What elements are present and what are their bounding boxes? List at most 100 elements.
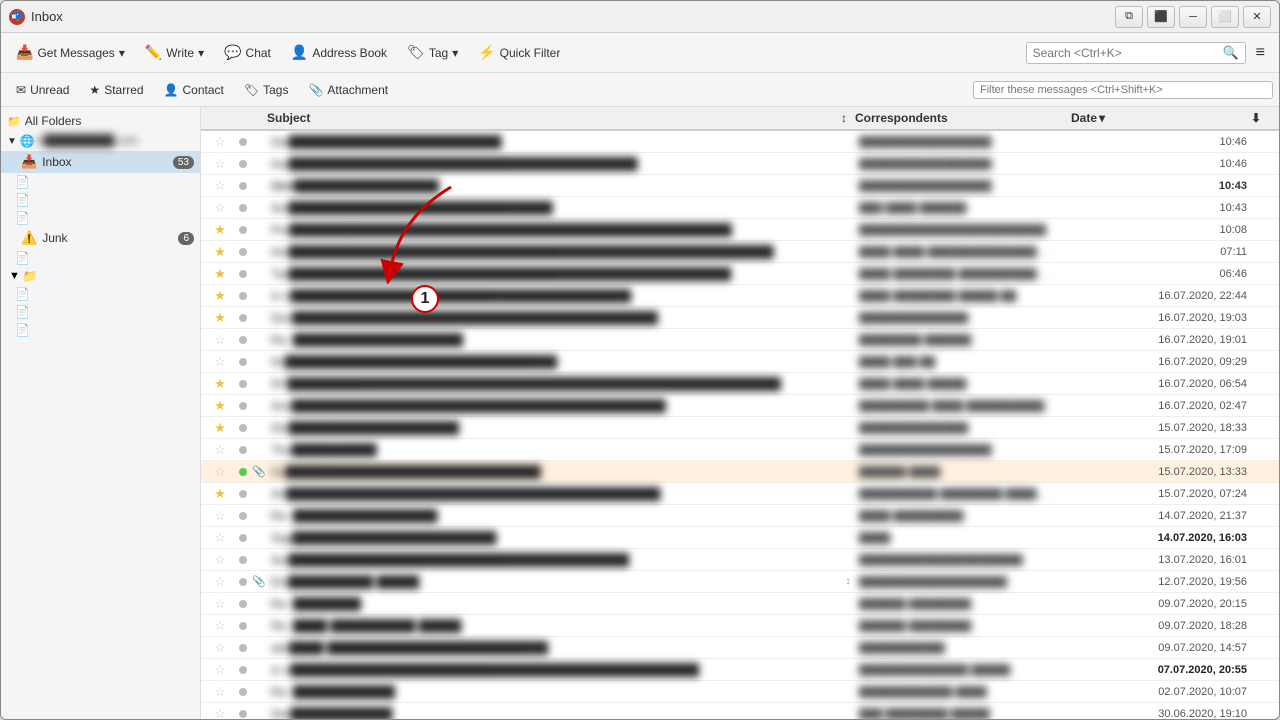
star-cell[interactable]: ☆ [205, 464, 235, 480]
email-row[interactable]: ☆ Aut███████████████████████████████████… [201, 549, 1279, 571]
search-input[interactable] [1033, 46, 1223, 60]
filter-starred-button[interactable]: ★ Starred [80, 79, 152, 101]
star-cell[interactable]: ★ [205, 244, 235, 260]
star-cell[interactable]: ☆ [205, 332, 235, 348]
folder6-item[interactable]: 📄 [1, 303, 200, 321]
star-cell[interactable]: ☆ [205, 200, 235, 216]
star-cell[interactable]: ★ [205, 398, 235, 414]
filter-search-input[interactable] [980, 84, 1266, 96]
account-header[interactable]: ▼ 🌐 m█████████.com [1, 131, 200, 151]
email-row[interactable]: ☆ Sag████████████████████████ ████ 14.07… [201, 527, 1279, 549]
star-cell[interactable]: ☆ [205, 640, 235, 656]
email-row[interactable]: ☆ 📎 So██████████████████████████████ ███… [201, 461, 1279, 483]
star-cell[interactable]: ★ [205, 288, 235, 304]
email-row[interactable]: ☆ Re: ████ ██████████ █████ ██████ █████… [201, 615, 1279, 637]
star-cell[interactable]: ★ [205, 486, 235, 502]
filter-contact-button[interactable]: 👤 Contact [155, 79, 233, 101]
minimize-button[interactable]: ─ [1179, 6, 1207, 28]
star-cell[interactable]: ☆ [205, 662, 235, 678]
email-row[interactable]: ☆ In d██████████████████████████████████… [201, 659, 1279, 681]
quick-filter-button[interactable]: ⚡ Quick Filter [469, 39, 569, 66]
star-cell[interactable]: ★ [205, 222, 235, 238]
email-row[interactable]: ★ NY████████████████████████████████████… [201, 373, 1279, 395]
email-row[interactable]: ★ Die████████████████████ ██████████████… [201, 417, 1279, 439]
date-cell: 07:11 [1071, 246, 1251, 258]
all-folders-header[interactable]: 📁 All Folders [1, 111, 200, 131]
email-row[interactable]: ★ Ans███████████████████████████████████… [201, 395, 1279, 417]
subject-cell: Des█████████████████████████████████████… [267, 311, 841, 325]
email-row[interactable]: ☆ akti████ ██████████████████████████ ██… [201, 637, 1279, 659]
email-row[interactable]: ★ Pre███████████████████████████████████… [201, 219, 1279, 241]
chat-button[interactable]: 💬 Chat [215, 39, 280, 66]
restore-button[interactable]: ⬜ [1211, 6, 1239, 28]
tags-icon: 🏷 [244, 83, 259, 97]
email-row[interactable]: ☆ Del█████████████████████████ █████████… [201, 131, 1279, 153]
col-correspondents-header[interactable]: Correspondents [855, 111, 1055, 125]
email-row[interactable]: ☆ Aut███████████████████████████████████… [201, 153, 1279, 175]
close-button[interactable]: ✕ [1243, 6, 1271, 28]
star-cell[interactable]: ☆ [205, 178, 235, 194]
folder4-item[interactable]: 📄 [1, 249, 200, 267]
star-cell[interactable]: ☆ [205, 156, 235, 172]
email-row[interactable]: ☆ Re: ████████████████████ ████████ ████… [201, 329, 1279, 351]
star-cell[interactable]: ☆ [205, 442, 235, 458]
status-cell [235, 377, 251, 391]
email-row[interactable]: ☆ Re: █████████████████ ████ █████████ 1… [201, 505, 1279, 527]
status-dot [239, 468, 247, 476]
inbox-item[interactable]: 📥 Inbox 53 [1, 151, 200, 173]
email-row[interactable]: ☆ Thu██████████ █████████████████ 15.07.… [201, 439, 1279, 461]
write-button[interactable]: ✏️ Write ▾ [136, 39, 213, 66]
email-row[interactable]: ★ Art███████████████████████████████████… [201, 483, 1279, 505]
folder1-item[interactable]: 📄 [1, 173, 200, 191]
subfolder-section[interactable]: ▼ 📁 [1, 267, 200, 285]
get-messages-button[interactable]: 📥 Get Messages ▾ [7, 39, 134, 66]
subject-cell: Ihr████████████████████████████████ [267, 355, 841, 369]
email-row[interactable]: ☆ 📎 Ein██████████ █████ ↕ ██████████████… [201, 571, 1279, 593]
star-cell[interactable]: ☆ [205, 354, 235, 370]
filter-tags-button[interactable]: 🏷 Tags [235, 79, 298, 101]
star-cell[interactable]: ☆ [205, 134, 235, 150]
star-cell[interactable]: ★ [205, 376, 235, 392]
extra-btn-2[interactable]: ⬛ [1147, 6, 1175, 28]
star-cell[interactable]: ☆ [205, 508, 235, 524]
star-cell[interactable]: ☆ [205, 684, 235, 700]
col-subject-header[interactable]: Subject [267, 111, 841, 125]
email-row[interactable]: ☆ Aut███████████████████████████████ ███… [201, 197, 1279, 219]
star-cell[interactable]: ☆ [205, 596, 235, 612]
menu-button[interactable]: ≡ [1248, 40, 1273, 66]
status-cell [235, 619, 251, 633]
address-book-button[interactable]: 👤 Address Book [282, 39, 396, 66]
email-row[interactable]: ☆ Re: ████████████ ████████████ ████ 02.… [201, 681, 1279, 703]
folder3-item[interactable]: 📄 [1, 209, 200, 227]
status-cell [235, 575, 251, 589]
email-row[interactable]: ★ Des███████████████████████████████████… [201, 307, 1279, 329]
filter-unread-button[interactable]: ✉ Unread [7, 79, 78, 101]
email-row[interactable]: ☆ Re: ████████ ██████ ████████ 09.07.202… [201, 593, 1279, 615]
filter-attachment-button[interactable]: 📎 Attachment [299, 79, 397, 101]
star-cell[interactable]: ★ [205, 420, 235, 436]
email-row[interactable]: ★ Twi███████████████████████████████████… [201, 263, 1279, 285]
folder7-item[interactable]: 📄 [1, 321, 200, 339]
col-date-header[interactable]: Date ▾ [1071, 111, 1251, 125]
email-row[interactable]: ☆ Der████████████ ███ ████████ █████ 30.… [201, 703, 1279, 719]
star-cell[interactable]: ★ [205, 310, 235, 326]
folder5-item[interactable]: 📄 [1, 285, 200, 303]
folder2-item[interactable]: 📄 [1, 191, 200, 209]
star-cell[interactable]: ☆ [205, 530, 235, 546]
email-row[interactable]: ☆ Ihr████████████████████████████████ ██… [201, 351, 1279, 373]
email-row[interactable]: ★ Am████████████████████████████████████… [201, 241, 1279, 263]
star-cell[interactable]: ☆ [205, 618, 235, 634]
star-cell[interactable]: ★ [205, 266, 235, 282]
star-cell[interactable]: ☆ [205, 706, 235, 720]
star-cell[interactable]: ☆ [205, 552, 235, 568]
tag-button[interactable]: 🏷 Tag ▾ [398, 39, 467, 66]
email-list-body[interactable]: ☆ Del█████████████████████████ █████████… [201, 131, 1279, 719]
junk-item[interactable]: ⚠️ Junk 6 [1, 227, 200, 249]
extra-btn-1[interactable]: ⧉ [1115, 6, 1143, 28]
star-cell[interactable]: ☆ [205, 574, 235, 590]
date-cell: 16.07.2020, 19:03 [1071, 312, 1251, 324]
subject-cell: Del█████████████████████████ [267, 135, 841, 149]
date-cell: 14.07.2020, 21:37 [1071, 510, 1251, 522]
email-row[interactable]: ★ In d██████████████████████████████████… [201, 285, 1279, 307]
email-row[interactable]: ☆ Und█████████████████ █████████████████… [201, 175, 1279, 197]
